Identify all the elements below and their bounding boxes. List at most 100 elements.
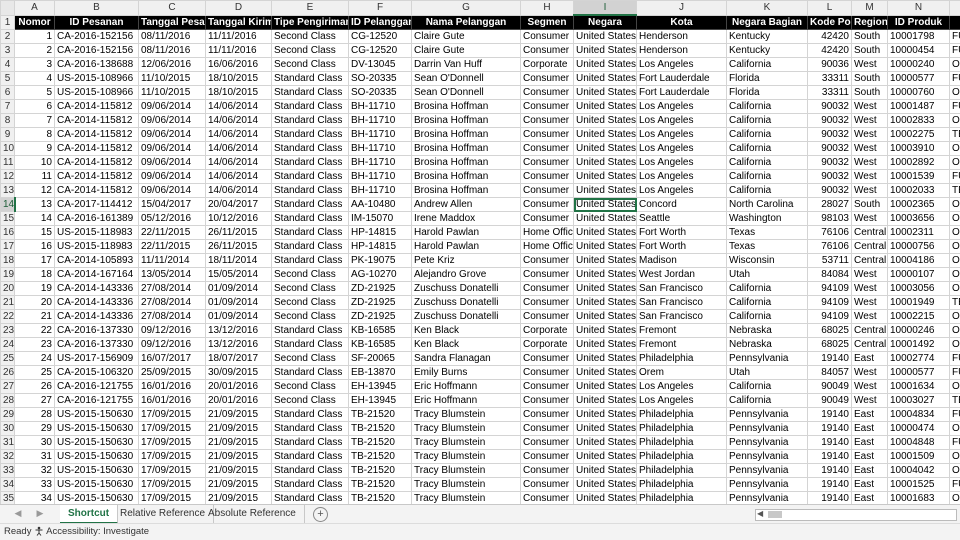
cell[interactable]: Zuschuss Donatelli (412, 310, 521, 324)
cell[interactable]: 19140 (808, 422, 852, 436)
row-header[interactable]: 11 (1, 156, 15, 170)
cell[interactable]: Seattle (637, 212, 727, 226)
cell[interactable]: DV-13045 (349, 58, 412, 72)
cell[interactable]: 90032 (808, 128, 852, 142)
cell[interactable]: TE (950, 296, 960, 310)
cell[interactable]: 90032 (808, 142, 852, 156)
cell[interactable]: Philadelphia (637, 436, 727, 450)
cell[interactable]: 94109 (808, 282, 852, 296)
cell[interactable]: OF (950, 254, 960, 268)
cell[interactable]: Second Class (272, 296, 349, 310)
cell[interactable]: Pennsylvania (727, 422, 808, 436)
cell[interactable]: OF (950, 492, 960, 505)
cell[interactable]: BH-11710 (349, 184, 412, 198)
cell[interactable]: BH-11710 (349, 170, 412, 184)
cell[interactable]: Harold Pawlan (412, 226, 521, 240)
cell[interactable]: 24 (15, 352, 55, 366)
cell[interactable]: Claire Gute (412, 30, 521, 44)
row-header[interactable]: 33 (1, 464, 15, 478)
cell[interactable]: 26 (15, 380, 55, 394)
cell[interactable]: Nebraska (727, 324, 808, 338)
cell[interactable]: 20/01/2016 (206, 380, 272, 394)
cell[interactable]: EH-13945 (349, 394, 412, 408)
cell[interactable]: TE (950, 394, 960, 408)
cell[interactable]: CA-2016-152156 (55, 44, 139, 58)
cell[interactable]: Texas (727, 240, 808, 254)
cell[interactable]: Consumer (521, 198, 574, 212)
cell[interactable]: Los Angeles (637, 184, 727, 198)
cell[interactable]: 30/09/2015 (206, 366, 272, 380)
cell[interactable]: California (727, 296, 808, 310)
cell[interactable]: CA-2014-115812 (55, 170, 139, 184)
cell[interactable]: 20/01/2016 (206, 394, 272, 408)
cell[interactable]: OF (950, 338, 960, 352)
cell[interactable]: Consumer (521, 296, 574, 310)
cell[interactable]: San Francisco (637, 282, 727, 296)
cell[interactable]: CA-2016-137330 (55, 338, 139, 352)
cell[interactable]: 17/09/2015 (139, 422, 206, 436)
cell[interactable]: Sandra Flanagan (412, 352, 521, 366)
cell[interactable]: Brosina Hoffman (412, 184, 521, 198)
cell[interactable]: Nebraska (727, 338, 808, 352)
cell[interactable]: East (852, 478, 888, 492)
cell[interactable]: Standard Class (272, 408, 349, 422)
cell[interactable]: East (852, 436, 888, 450)
cell[interactable]: Consumer (521, 100, 574, 114)
cell[interactable]: Zuschuss Donatelli (412, 282, 521, 296)
cell[interactable]: Pennsylvania (727, 464, 808, 478)
cell[interactable]: OF (950, 156, 960, 170)
cell[interactable]: Los Angeles (637, 100, 727, 114)
cell[interactable]: West (852, 268, 888, 282)
row-header[interactable]: 31 (1, 436, 15, 450)
cell[interactable]: Standard Class (272, 240, 349, 254)
cell[interactable]: 33 (15, 478, 55, 492)
row-header[interactable]: 27 (1, 380, 15, 394)
column-title-cell[interactable]: Kode Pos (808, 15, 852, 30)
cell[interactable]: Kentucky (727, 30, 808, 44)
cell[interactable]: 90032 (808, 184, 852, 198)
cell[interactable]: 21/09/2015 (206, 478, 272, 492)
cell[interactable]: South (852, 86, 888, 100)
cell[interactable]: Central (852, 338, 888, 352)
cell[interactable]: Consumer (521, 268, 574, 282)
column-header[interactable]: H (521, 1, 574, 16)
cell[interactable]: Los Angeles (637, 156, 727, 170)
cell[interactable]: 90032 (808, 170, 852, 184)
cell[interactable]: 10001634 (888, 380, 950, 394)
cell[interactable]: Claire Gute (412, 44, 521, 58)
row-header[interactable]: 32 (1, 450, 15, 464)
column-title-cell[interactable]: Segmen (521, 15, 574, 30)
cell[interactable]: 17/09/2015 (139, 464, 206, 478)
cell[interactable]: 15 (15, 226, 55, 240)
column-title-cell[interactable]: Negara Bagian (727, 15, 808, 30)
cell[interactable]: Consumer (521, 30, 574, 44)
cell[interactable]: Tracy Blumstein (412, 478, 521, 492)
cell[interactable]: 23 (15, 338, 55, 352)
cell[interactable]: Ken Black (412, 324, 521, 338)
cell[interactable]: US-2017-156909 (55, 352, 139, 366)
cell[interactable]: 14/06/2014 (206, 184, 272, 198)
cell[interactable]: 10004186 (888, 254, 950, 268)
cell[interactable]: United States (574, 44, 637, 58)
column-title-cell[interactable]: Nama Pelanggan (412, 15, 521, 30)
row-header[interactable]: 35 (1, 492, 15, 505)
cell[interactable]: CA-2016-121755 (55, 394, 139, 408)
cell[interactable]: Florida (727, 72, 808, 86)
row-header[interactable]: 26 (1, 366, 15, 380)
cell[interactable]: OF (950, 86, 960, 100)
cell[interactable]: West (852, 212, 888, 226)
cell[interactable]: BH-11710 (349, 100, 412, 114)
cell[interactable]: Pennsylvania (727, 450, 808, 464)
cell[interactable]: Second Class (272, 282, 349, 296)
cell[interactable]: 10000756 (888, 240, 950, 254)
cell[interactable]: 10001949 (888, 296, 950, 310)
cell[interactable]: United States (574, 394, 637, 408)
cell[interactable]: OF (950, 464, 960, 478)
cell[interactable]: Brosina Hoffman (412, 128, 521, 142)
cell[interactable]: Standard Class (272, 198, 349, 212)
cell[interactable]: 01/09/2014 (206, 310, 272, 324)
cell[interactable]: California (727, 310, 808, 324)
cell[interactable]: 11/11/2014 (139, 254, 206, 268)
cell[interactable]: 12 (15, 184, 55, 198)
cell[interactable]: 09/06/2014 (139, 100, 206, 114)
